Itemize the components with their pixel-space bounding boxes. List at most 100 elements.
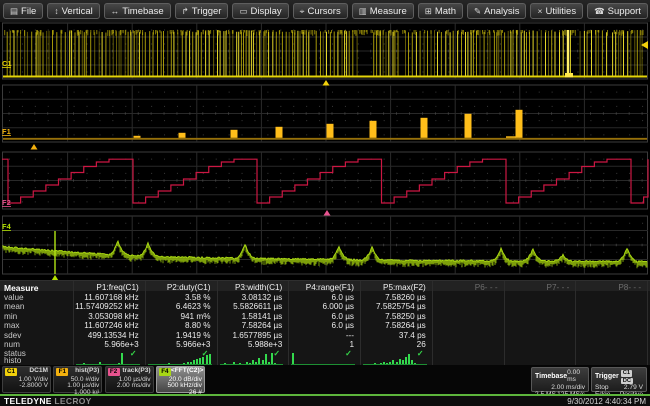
trigger-icon: ↱ — [182, 7, 189, 16]
menu-label: Vertical — [62, 6, 93, 17]
f1-offset-marker[interactable] — [31, 144, 38, 150]
measure-title: Measure — [4, 283, 39, 293]
histo-bin — [183, 363, 185, 364]
menu-label: Math — [435, 6, 456, 17]
vertical-icon: ↕ — [54, 7, 58, 16]
menu-button-cursors[interactable]: ⌖Cursors — [293, 3, 348, 19]
measure-cell: 37.4 ps — [360, 331, 426, 340]
histo-bin — [121, 353, 123, 364]
menu-button-support[interactable]: ☎Support — [587, 3, 648, 19]
measure-row-label-value: value — [4, 293, 24, 302]
measure-cell: 7.58260 µs — [360, 293, 426, 302]
measure-cell: 8.80 % — [145, 321, 211, 330]
measure-column-header[interactable]: P1:freq(C1) — [73, 283, 139, 292]
menu-button-math[interactable]: ⊞Math — [418, 3, 463, 19]
channel-label-c1[interactable]: C1 — [2, 59, 12, 68]
descriptor-f2[interactable]: F2track(P3)1.00 µs/div2.00 ms/div — [105, 366, 154, 393]
measure-column-header[interactable]: P3:width(C1) — [217, 283, 283, 292]
trigger-mode: Stop — [595, 384, 609, 391]
measure-row-label-mean: mean — [4, 302, 24, 311]
timebase-descriptor[interactable]: Timebase 0.00 ms 2.00 ms/div 2.5 MS 125 … — [531, 367, 589, 392]
histo-bin — [399, 359, 401, 364]
measure-cell: 941 m% — [145, 312, 211, 321]
menu-button-vertical[interactable]: ↕ Vertical — [47, 3, 99, 19]
measure-cell: 7.5825754 µs — [360, 302, 426, 311]
measure-column-header[interactable]: P2:duty(C1) — [145, 283, 211, 292]
descriptor-f1[interactable]: F1hist(P3)50.0 #/div1.00 µs/div1.000 k# — [53, 366, 102, 393]
menu-label: Support — [608, 6, 641, 17]
measure-cell: 6.4623 % — [145, 302, 211, 311]
channel-label-f1[interactable]: F1 — [2, 127, 11, 136]
measure-cell: 6.000 µs — [288, 302, 354, 311]
histo-bin — [411, 360, 413, 364]
measure-cell: 3.08132 µs — [217, 293, 283, 302]
menu-button-timebase[interactable]: ↔Timebase — [104, 3, 171, 19]
scope-grids: C1 F1 F2 F4 — [0, 22, 650, 280]
column-separator — [575, 281, 576, 366]
menu-label: Measure — [370, 6, 407, 17]
histo-bin — [265, 354, 267, 364]
measure-row-label-histo: histo — [4, 356, 21, 365]
measure-cell: 6.0 µs — [288, 293, 354, 302]
trigger-title: Trigger — [595, 373, 619, 380]
histo-bin — [396, 362, 398, 364]
measure-cell: --- — [288, 331, 354, 340]
measure-cell: 11.607168 kHz — [73, 293, 139, 302]
trigger-descriptor[interactable]: Trigger C1 DC Stop 2.79 V Edge Positive — [591, 367, 647, 392]
measure-cell: 3.053098 kHz — [73, 312, 139, 321]
status-check-icon: ✓ — [288, 348, 352, 358]
measure-column-header[interactable]: P5:max(F2) — [360, 283, 426, 292]
histo-bin — [383, 362, 385, 364]
menu-button-measure[interactable]: ▥Measure — [352, 3, 414, 19]
measure-column-header[interactable]: P7- - - — [504, 283, 570, 292]
histo-bin — [83, 363, 85, 364]
histo-bin — [224, 363, 226, 364]
menu-label: Cursors — [307, 6, 340, 17]
measure-cell: 3.58 % — [145, 293, 211, 302]
measure-row-label-min: min — [4, 312, 17, 321]
f2-offset-marker[interactable] — [324, 210, 331, 216]
channel-label-f2[interactable]: F2 — [2, 198, 11, 207]
descriptor-title: <FFT(C2)> — [171, 368, 204, 375]
histo-bin — [187, 362, 189, 364]
status-check-icon: ✓ — [145, 348, 209, 358]
histo-bin — [389, 362, 391, 364]
menu-button-utilities[interactable]: ×Utilities — [530, 3, 583, 19]
measure-column-header[interactable]: P8- - - — [575, 283, 641, 292]
descriptor-f4[interactable]: F4<FFT(C2)>20.0 dB/div500 kHz/div26 # — [156, 366, 205, 393]
histo-bin — [209, 354, 211, 364]
menu-button-display[interactable]: ▭Display — [232, 3, 288, 19]
menu-label: Utilities — [545, 6, 576, 17]
c1-trigger-time-marker[interactable] — [323, 80, 330, 86]
histo-bin — [249, 363, 251, 364]
histo-bin — [233, 362, 235, 364]
channel-badge-f1: F1 — [56, 368, 68, 376]
measure-cell: 6.0 µs — [288, 321, 354, 330]
menu-button-trigger[interactable]: ↱Trigger — [175, 3, 229, 19]
timebase-icon: ↔ — [111, 7, 120, 16]
file-icon: ▤ — [10, 7, 18, 16]
measure-cell: 11.57409252 kHz — [73, 302, 139, 311]
measure-column-header[interactable]: P4:range(F1) — [288, 283, 354, 292]
measure-cell: 6.0 µs — [288, 312, 354, 321]
measure-cell: 11.607246 kHz — [73, 321, 139, 330]
descriptor-c1[interactable]: C1DC1M1.00 V/div-2.8000 V — [2, 366, 51, 393]
descriptor-header: F1hist(P3) — [56, 368, 99, 376]
brand-logo: TELEDYNE LECROY — [4, 396, 92, 406]
column-separator — [432, 281, 433, 366]
channel-badge-f4: F4 — [159, 368, 171, 376]
channel-label-f4[interactable]: F4 — [2, 222, 12, 231]
menu-button-analysis[interactable]: ✎Analysis — [467, 3, 527, 19]
menu-button-file[interactable]: ▤File — [3, 3, 43, 19]
grid-4 — [3, 216, 649, 274]
descriptor-title: track(P3) — [122, 368, 150, 375]
measure-icon: ▥ — [359, 7, 367, 16]
histo-bin — [199, 358, 201, 364]
histo-bin — [262, 360, 264, 364]
measure-column-header[interactable]: P6- - - — [432, 283, 498, 292]
trigger-source-chip: C1 — [621, 370, 632, 377]
trigger-level: 2.79 V — [624, 384, 643, 391]
histo-bin — [99, 362, 101, 364]
column-separator — [647, 281, 648, 366]
measure-cell: 5.5826611 µs — [217, 302, 283, 311]
